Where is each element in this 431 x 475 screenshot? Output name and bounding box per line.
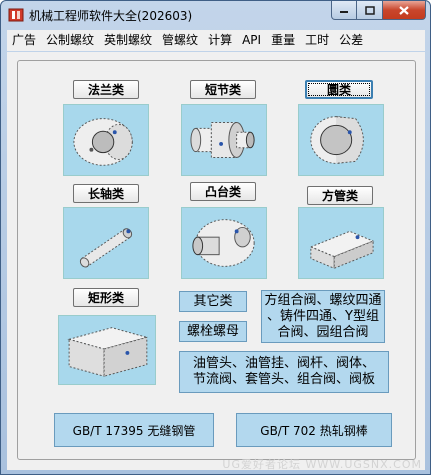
hot-rolled-steel-bar-button[interactable]: GB/T 702 热轧钢棒	[236, 413, 392, 447]
menu-weight[interactable]: 重量	[266, 30, 300, 51]
combination-valve-line-3: 合阀、园组合阀	[277, 324, 369, 340]
square-tube-thumbnail[interactable]	[298, 207, 384, 279]
category-frame: 法兰类 短节类 圜类 长轴类 凸台类 方管类 矩形类 其它类 螺栓螺母 方组合阀…	[17, 60, 416, 460]
flange-part-icon	[73, 118, 133, 166]
minimize-icon	[340, 11, 348, 13]
boss-thumbnail[interactable]	[181, 207, 267, 279]
long-shaft-part-icon	[79, 228, 133, 268]
flange-category-button[interactable]: 法兰类	[73, 80, 139, 99]
watermark-text: UG爱好者论坛 WWW.UGSNX.COM	[222, 458, 422, 471]
shaft-joint-part-icon	[190, 122, 255, 158]
title-bar[interactable]: 机械工程师软件大全(202603)	[1, 1, 430, 29]
rectangle-category-button[interactable]: 矩形类	[73, 288, 139, 307]
wellhead-equipment-button[interactable]: 油管头、油管挂、阀杆、阀体、 节流阀、套管头、组合阀、阀板	[179, 351, 389, 393]
menu-imperial-thread[interactable]: 英制螺纹	[99, 30, 157, 51]
menu-pipe-thread[interactable]: 管螺纹	[157, 30, 203, 51]
long-shaft-category-button[interactable]: 长轴类	[73, 184, 139, 203]
combination-valve-button[interactable]: 方组合阀、螺纹四通 、铸件四通、Y型组 合阀、园组合阀	[261, 290, 385, 343]
others-button[interactable]: 其它类	[179, 291, 247, 312]
combination-valve-line-2: 、铸件四通、Y型组	[267, 308, 379, 324]
close-icon	[399, 5, 409, 15]
wellhead-equipment-line-2: 节流阀、套管头、组合阀、阀板	[192, 372, 375, 387]
app-icon	[8, 8, 24, 22]
menu-tolerance[interactable]: 公差	[334, 30, 368, 51]
menu-ads[interactable]: 广告	[7, 30, 41, 51]
maximize-icon	[364, 5, 375, 15]
combination-valve-line-1: 方组合阀、螺纹四通	[264, 292, 382, 308]
maximize-button[interactable]	[357, 1, 383, 20]
seamless-steel-pipe-button[interactable]: GB/T 17395 无缝钢管	[54, 413, 214, 447]
close-button[interactable]	[383, 1, 426, 20]
hoop-category-button[interactable]: 圜类	[305, 80, 373, 99]
shaft-joint-thumbnail[interactable]	[181, 104, 267, 176]
square-tube-part-icon	[309, 230, 375, 270]
menu-labor-hours[interactable]: 工时	[300, 30, 334, 51]
square-tube-category-button[interactable]: 方管类	[307, 186, 373, 205]
menu-calculate[interactable]: 计算	[203, 30, 237, 51]
rectangle-thumbnail[interactable]	[58, 315, 156, 385]
boss-part-icon	[192, 219, 255, 267]
menu-api[interactable]: API	[237, 30, 266, 51]
hoop-thumbnail[interactable]	[298, 104, 384, 176]
rectangle-part-icon	[67, 327, 149, 377]
minimize-button[interactable]	[331, 1, 357, 20]
app-window: 机械工程师软件大全(202603) 广告 公制螺纹 英制螺纹 管螺纹 计算 AP…	[0, 0, 431, 475]
bolt-nut-button[interactable]: 螺栓螺母	[179, 321, 247, 342]
hoop-part-icon	[310, 116, 364, 164]
long-shaft-thumbnail[interactable]	[63, 207, 149, 279]
boss-category-button[interactable]: 凸台类	[190, 182, 256, 201]
shaft-joint-category-button[interactable]: 短节类	[190, 80, 256, 99]
menu-metric-thread[interactable]: 公制螺纹	[41, 30, 99, 51]
flange-thumbnail[interactable]	[63, 104, 149, 176]
wellhead-equipment-line-1: 油管头、油管挂、阀杆、阀体、	[192, 356, 375, 371]
menu-bar: 广告 公制螺纹 英制螺纹 管螺纹 计算 API 重量 工时 公差	[7, 30, 425, 51]
window-title: 机械工程师软件大全(202603)	[29, 9, 193, 23]
client-area: 法兰类 短节类 圜类 长轴类 凸台类 方管类 矩形类 其它类 螺栓螺母 方组合阀…	[7, 52, 425, 470]
